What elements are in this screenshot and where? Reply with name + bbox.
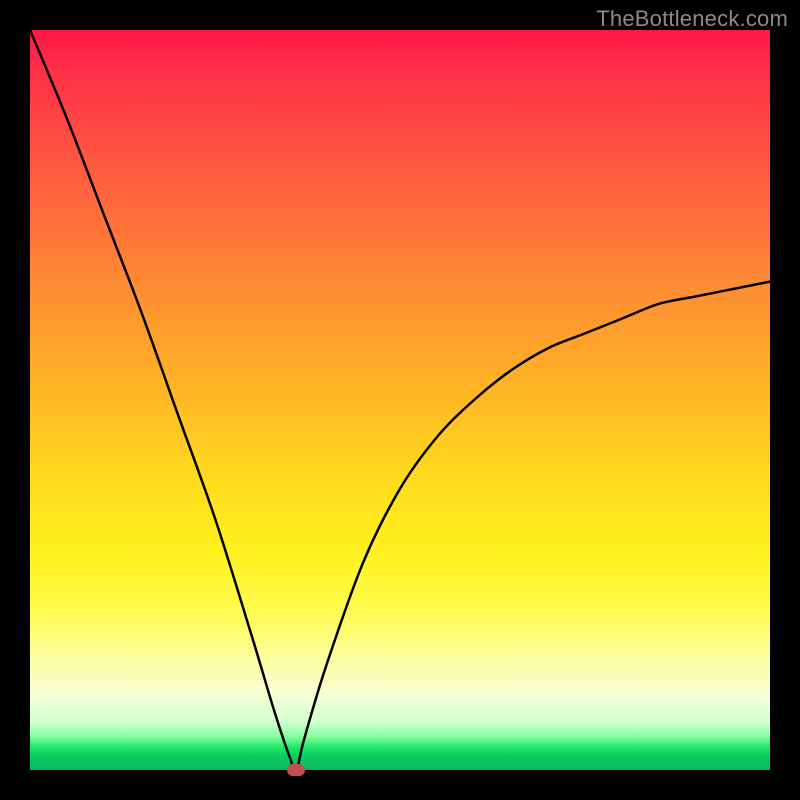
watermark-text: TheBottleneck.com [596, 6, 788, 32]
chart-plot-area [30, 30, 770, 770]
bottleneck-curve [30, 30, 770, 770]
optimal-point-marker [287, 764, 305, 776]
